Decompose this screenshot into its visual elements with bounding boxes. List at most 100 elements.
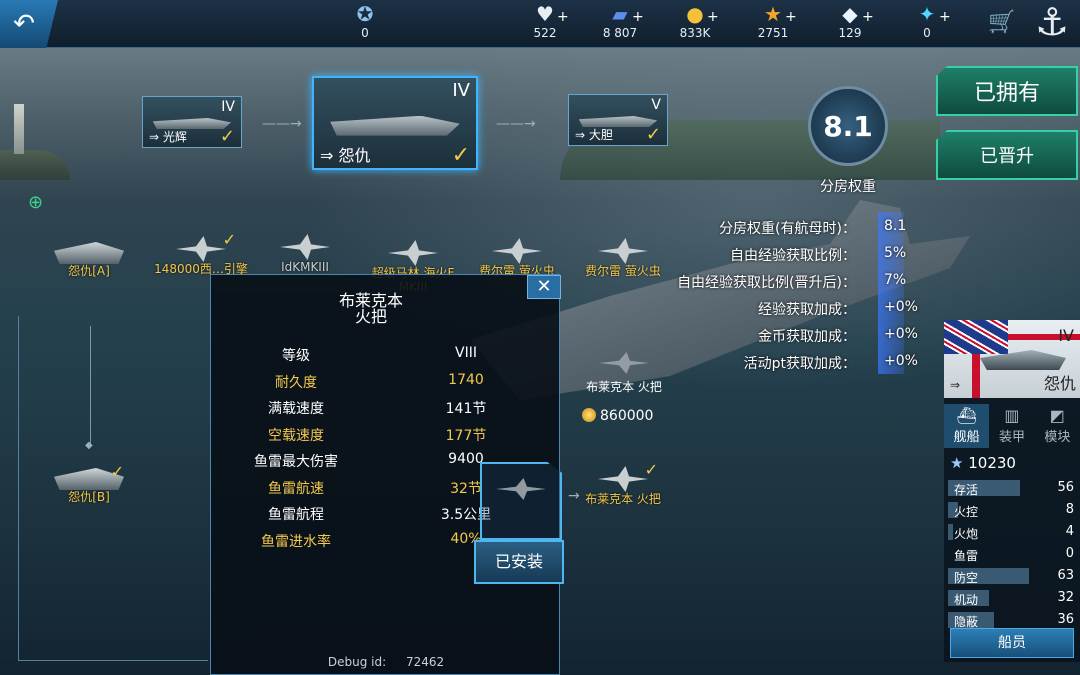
attribute-row: 火控 8: [948, 500, 1076, 521]
ship-flag-card[interactable]: IV ⇒ 怨仇: [944, 320, 1080, 398]
resource-diamond[interactable]: ◆ 129 +: [810, 2, 890, 40]
weight-badge: 8.1: [808, 86, 888, 166]
plus-icon[interactable]: +: [862, 9, 874, 25]
attribute-value: 36: [1057, 612, 1074, 627]
popup-stat-row: 等级 VIII: [211, 345, 561, 369]
tree-node[interactable]: 148000西…引擎 ✓: [146, 230, 256, 276]
resource-card[interactable]: ▰ 8 807 +: [580, 2, 660, 40]
side-ship-tier: IV: [1058, 326, 1074, 345]
resource-value: 0: [923, 26, 931, 40]
ship-icon: [54, 242, 124, 264]
attribute-bar: [948, 524, 954, 540]
resource-crystal[interactable]: ✦ 0 +: [887, 2, 967, 40]
bonus-stat-label: 自由经验获取比例：: [730, 248, 856, 264]
checkmark-icon: ✓: [222, 230, 236, 249]
bonus-stat-label: 分房权重(有航母时)：: [719, 221, 856, 237]
module-tab-icon: ◩: [1049, 406, 1065, 425]
back-button[interactable]: ↶: [0, 0, 58, 48]
plane-icon: [280, 234, 330, 260]
plus-icon[interactable]: +: [785, 9, 797, 25]
checkmark-icon: ✓: [644, 460, 658, 479]
resource-heart[interactable]: ♥ 522 +: [505, 2, 585, 40]
ship-side-panel: IV ⇒ 怨仇 ⛴ 舰船 ▥ 装甲 ◩ 模块 ★ 10230 存活 56 火控 8 火炮 4 鱼雷 0 防…: [944, 320, 1080, 662]
attribute-row: 火炮 4: [948, 522, 1076, 543]
resource-value: 0: [361, 26, 369, 40]
resource-value: 522: [533, 26, 557, 40]
tree-node[interactable]: 布莱克本 火把 ✓: [568, 460, 678, 506]
bonus-stat-value: +0%: [884, 299, 918, 315]
gold-coin-icon: [582, 408, 596, 422]
resource-value: 129: [838, 26, 862, 40]
popup-stat-value: 177节: [445, 427, 487, 444]
panel-frame-line: [18, 660, 208, 661]
popup-stat-row: 空载速度 177节: [211, 425, 561, 449]
attribute-row: 防空 63: [948, 566, 1076, 587]
next-ship-card[interactable]: V ⇒ 大胆 ✓: [568, 94, 668, 146]
shop-cart-icon[interactable]: 🛒: [988, 10, 1015, 35]
resource-value: 8 807: [602, 26, 638, 40]
checkmark-icon: ✓: [219, 126, 235, 147]
current-ship-tier: IV: [452, 80, 470, 101]
bonus-stat-label: 金币获取加成：: [758, 329, 856, 345]
selected-upgrade-node[interactable]: [480, 462, 562, 540]
tree-node[interactable]: IdKMKIII: [250, 234, 360, 274]
tree-node[interactable]: 怨仇[A]: [34, 242, 144, 278]
popup-stat-value: VIII: [455, 345, 477, 361]
debug-label: Debug id:: [327, 655, 387, 669]
armor-tab-icon: ▥: [1004, 406, 1020, 425]
weight-label: 分房权重: [820, 179, 876, 195]
panel-frame-line: [18, 316, 19, 660]
checkmark-icon: ✓: [451, 143, 470, 168]
gold-coin-icon: ●: [686, 2, 704, 26]
star-icon: ★: [764, 2, 782, 26]
tree-node[interactable]: 费尔雷 萤火虫: [568, 238, 678, 278]
tab-ship[interactable]: ⛴ 舰船: [944, 404, 990, 448]
star-icon: ★: [950, 454, 964, 472]
plus-icon[interactable]: +: [707, 9, 719, 25]
plus-icon[interactable]: +: [632, 9, 644, 25]
combat-power-value: 10230: [968, 454, 1016, 472]
plane-icon: [599, 352, 649, 374]
plane-node-ghost[interactable]: [574, 352, 674, 374]
bonus-stat-value: +0%: [884, 353, 918, 369]
upgrade-cost: 860000: [582, 408, 653, 424]
plus-icon[interactable]: +: [557, 9, 569, 25]
popup-title-line2: 火把: [354, 307, 387, 326]
attribute-value: 56: [1057, 480, 1074, 495]
tree-node-label: 费尔雷 萤火虫: [585, 264, 661, 278]
promoted-button[interactable]: 已晋升: [936, 130, 1078, 180]
anchor-menu-icon[interactable]: ⚓: [1024, 0, 1080, 48]
resource-star[interactable]: ★ 2751 +: [733, 2, 813, 40]
crew-button[interactable]: 船员: [950, 628, 1074, 658]
popup-stat-row: 耐久度 1740: [211, 372, 561, 396]
attribute-row: 鱼雷 0: [948, 544, 1076, 565]
popup-stat-label: 鱼雷最大伤害: [254, 454, 338, 470]
bonus-stat-row: 自由经验获取比例： 5%: [680, 241, 910, 268]
bonus-stat-row: 自由经验获取比例(晋升后)： 7%: [677, 268, 910, 295]
current-ship-card[interactable]: IV ⇒ 怨仇 ✓: [312, 76, 478, 170]
resource-gold-coin[interactable]: ● 833K +: [655, 2, 735, 40]
plus-icon[interactable]: +: [939, 9, 951, 25]
card-icon: ▰: [612, 2, 628, 26]
lighthouse: [14, 104, 24, 154]
tab-module[interactable]: ◩ 模块: [1035, 404, 1080, 448]
prev-ship-card[interactable]: IV ⇒ 光辉 ✓: [142, 96, 242, 148]
owned-button[interactable]: 已拥有: [936, 66, 1078, 116]
tree-node[interactable]: 怨仇[B] ✓: [34, 462, 144, 504]
bonus-stat-value: 7%: [884, 272, 907, 288]
combat-power: ★ 10230: [950, 454, 1016, 472]
close-button[interactable]: ✕: [527, 275, 561, 299]
tree-node[interactable]: 费尔雷 萤火虫: [462, 238, 572, 278]
side-ship-name: 怨仇: [1043, 374, 1076, 393]
attribute-list: 存活 56 火控 8 火炮 4 鱼雷 0 防空 63 机动 32 隐蔽 36: [948, 478, 1076, 632]
current-ship-name: ⇒ 怨仇: [320, 146, 371, 165]
crosshair-icon: ⊕: [28, 192, 44, 213]
attribute-label: 机动: [954, 593, 979, 607]
attribute-row: 机动 32: [948, 588, 1076, 609]
bonus-stat-value: 5%: [884, 245, 907, 261]
debug-value: 72462: [405, 655, 445, 669]
installed-button[interactable]: 已安装: [474, 540, 564, 584]
tab-armor[interactable]: ▥ 装甲: [989, 404, 1034, 448]
resource-value: 2751: [757, 26, 789, 40]
back-arrow-icon: ↶: [13, 9, 35, 39]
